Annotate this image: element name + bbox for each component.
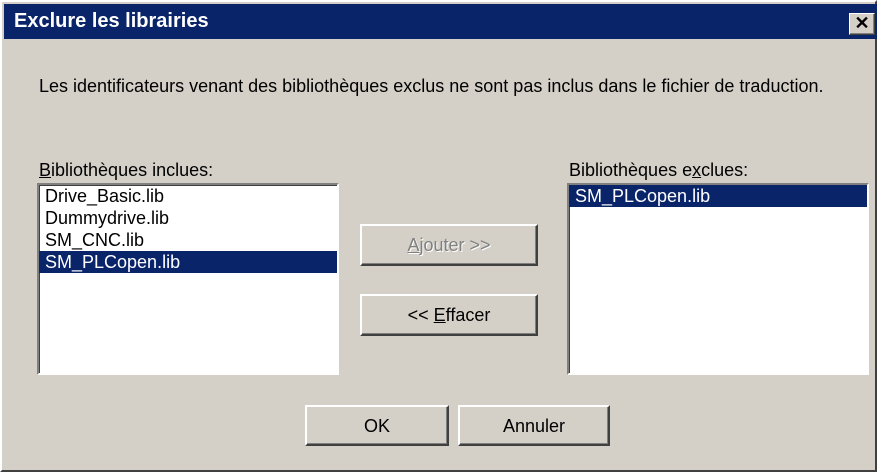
description-text: Les identificateurs venant des bibliothè… bbox=[39, 76, 824, 96]
add-button[interactable]: Ajouter >> bbox=[360, 224, 538, 266]
title-bar[interactable]: Exclure les librairies ✕ bbox=[4, 4, 877, 39]
close-icon: ✕ bbox=[854, 13, 870, 33]
exclude-libraries-dialog: Exclure les librairies ✕ Les identificat… bbox=[0, 0, 877, 472]
included-library-list-item[interactable]: Drive_Basic.lib bbox=[39, 185, 337, 207]
dialog-title: Exclure les librairies bbox=[14, 10, 209, 32]
excluded-library-list-item[interactable]: SM_PLCopen.lib bbox=[569, 185, 867, 207]
included-label-mnemonic: B bbox=[39, 160, 52, 180]
excluded-libraries-list[interactable]: SM_PLCopen.lib bbox=[567, 183, 869, 375]
excluded-libraries-label: Bibliothèques exclues: bbox=[569, 160, 749, 180]
included-library-list-item[interactable]: SM_CNC.lib bbox=[39, 229, 337, 251]
included-libraries-list[interactable]: Drive_Basic.lib Dummydrive.lib SM_CNC.lib S… bbox=[37, 183, 339, 375]
included-library-list-item[interactable]: Dummydrive.lib bbox=[39, 207, 337, 229]
remove-button[interactable]: << Effacer bbox=[360, 294, 538, 336]
included-library-list-item[interactable]: SM_PLCopen.lib bbox=[39, 251, 337, 273]
close-button[interactable]: ✕ bbox=[849, 13, 875, 35]
included-libraries-label: Bibliothèques inclues: bbox=[39, 160, 214, 180]
cancel-button[interactable]: Annuler bbox=[458, 405, 610, 446]
excluded-label-mnemonic: x bbox=[692, 160, 702, 180]
ok-button[interactable]: OK bbox=[305, 405, 449, 446]
